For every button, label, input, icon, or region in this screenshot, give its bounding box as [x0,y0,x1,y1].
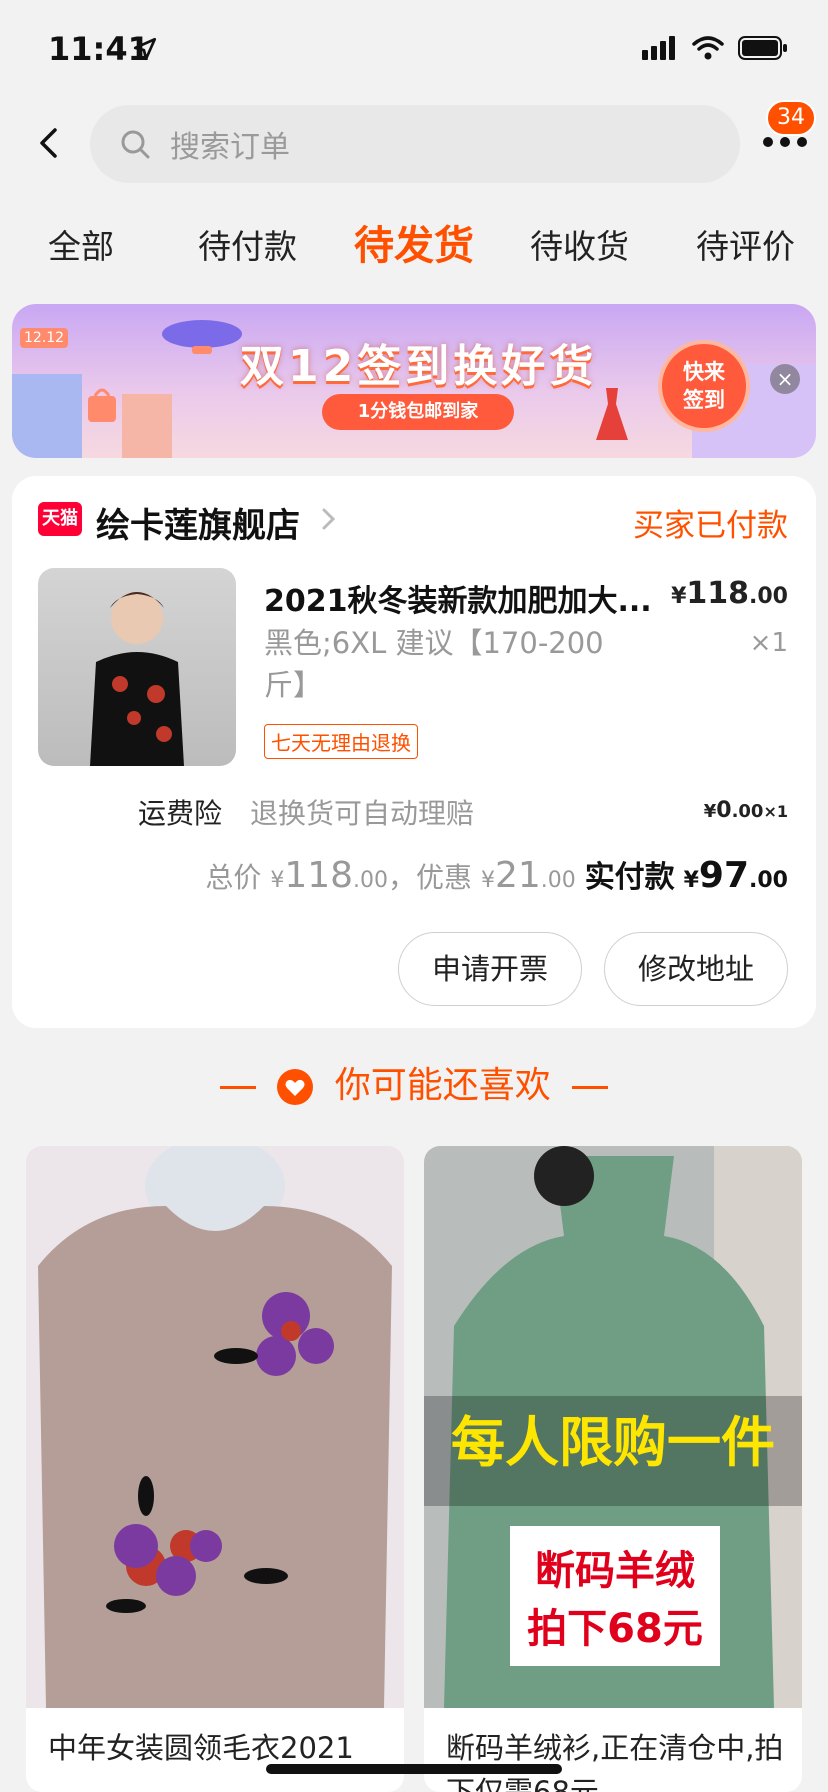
request-invoice-button[interactable]: 申请开票 [398,932,582,1006]
banner-date-tag: 12.12 [20,328,69,348]
banner-subtitle: 1分钱包邮到家 [322,394,514,430]
discount-integer: 21 [494,855,541,896]
product-image[interactable] [38,568,236,766]
order-status: 买家已付款 [633,508,788,544]
paid-integer: 97 [698,855,750,896]
dress-icon [596,388,628,440]
shop-name[interactable]: 绘卡莲旗舰店 [96,498,300,547]
banner-building [12,374,82,458]
change-address-button[interactable]: 修改地址 [604,932,788,1006]
wifi-icon [692,36,724,60]
tab-pending-payment[interactable]: 待付款 [198,220,297,268]
order-total-summary: 总价 ¥118.00，优惠 ¥21.00 实付款 ¥97.00 [205,852,788,896]
paid-decimal: .00 [749,868,788,893]
price-decimal: .00 [749,584,788,609]
shipping-insurance-desc: 退换货可自动理赔 [250,797,475,830]
battery-icon [738,36,787,60]
product-title[interactable]: 2021秋冬装新款加肥加大... [264,576,664,620]
search-icon [121,130,150,159]
discount-label: ，优惠 [388,861,473,894]
currency-symbol: ¥ [671,584,687,609]
status-icons [642,36,788,60]
order-card[interactable]: 天猫 绘卡莲旗舰店 买家已付款 2021秋冬装新款加肥加大... ¥118.00… [12,476,816,1028]
location-arrow-icon [133,37,157,61]
currency-symbol: ¥ [683,868,699,893]
insurance-price-integer: 0 [716,798,732,823]
promo-banner[interactable]: 12.12 双12签到换好货 1分钱包邮到家 快来签到 × [12,304,816,458]
banner-close-icon[interactable]: × [770,364,800,394]
currency-symbol: ¥ [703,801,717,822]
status-bar: 11:41 [0,0,828,100]
gift-bag-icon [88,388,116,422]
promo-overlay-text: 每人限购一件 [451,1411,775,1474]
product-price: ¥118.00 [671,576,788,611]
recommend-item[interactable]: 每人限购一件 断码羊绒 拍下68元 断码羊绒衫,正在清仓中,拍下仅需68元 [424,1146,802,1792]
search-placeholder: 搜索订单 [170,130,290,165]
back-button[interactable] [28,118,68,168]
total-decimal: .00 [353,868,389,893]
tab-pending-receipt[interactable]: 待收货 [530,220,629,268]
tab-pending-review[interactable]: 待评价 [696,220,795,268]
paid-label: 实付款 [584,860,675,895]
order-tabs: 全部 待付款 待发货 待收货 待评价 [0,210,828,280]
recommend-header: 你可能还喜欢 [0,1056,828,1112]
shipping-insurance-price: ¥0.00×1 [704,798,788,823]
discount-decimal: .00 [540,868,576,893]
divider-line [219,1085,256,1089]
promo-overlay-text: 断码羊绒 [535,1548,695,1594]
recommend-title: 你可能还喜欢 [334,1065,551,1106]
recommend-item-image [26,1146,404,1708]
total-integer: 118 [284,855,354,896]
search-input[interactable]: 搜索订单 [90,105,740,183]
product-photo [90,592,184,766]
return-policy-tag: 七天无理由退换 [264,724,418,759]
product-sku: 黑色;6XL 建议【170-200斤】 [264,626,604,702]
currency-symbol: ¥ [480,868,495,893]
insurance-quantity: ×1 [763,802,788,821]
heart-icon [277,1069,314,1105]
shipping-insurance-label: 运费险 [138,797,223,830]
banner-building [122,394,172,458]
chevron-left-icon [40,128,57,158]
divider-line [572,1085,609,1089]
home-indicator [266,1764,562,1774]
tab-all[interactable]: 全部 [48,220,114,268]
tab-pending-shipment[interactable]: 待发货 [354,213,474,271]
insurance-price-decimal: .00 [731,801,764,822]
chevron-right-icon[interactable] [318,506,338,532]
airship-icon [162,320,242,354]
currency-symbol: ¥ [270,868,285,893]
product-quantity: ×1 [749,628,788,658]
price-integer: 118 [686,576,750,611]
promo-overlay-text: 拍下68元 [527,1606,703,1652]
signal-icon [642,36,675,60]
banner-checkin-button[interactable]: 快来签到 [662,344,746,428]
recommend-item[interactable]: 中年女装圆领毛衣2021 [26,1146,404,1792]
recommend-item-title: 断码羊绒衫,正在清仓中,拍下仅需68元 [446,1731,784,1792]
total-label: 总价 [205,861,262,894]
message-badge: 34 [766,100,816,136]
banner-title: 双12签到换好货 [240,341,598,392]
banner-cta-label: 快来签到 [683,360,725,412]
tmall-logo-icon: 天猫 [38,502,82,536]
